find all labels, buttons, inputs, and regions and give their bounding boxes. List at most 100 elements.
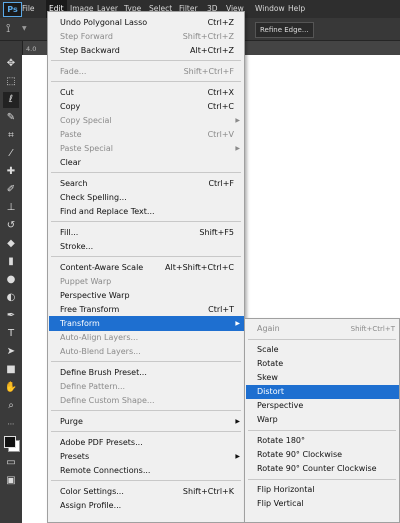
- transform-submenu: Again Shift+Ctrl+T Scale Rotate Skew Distort P…: [244, 318, 400, 523]
- edit-menu-item-search[interactable]: Search Ctrl+F: [49, 176, 244, 191]
- menu-item-label: Purge: [60, 417, 83, 426]
- menu-item-shortcut: Alt+Ctrl+Z: [190, 46, 234, 55]
- transform-item-scale[interactable]: Scale: [246, 343, 399, 357]
- eyedropper-icon[interactable]: ⁄: [3, 146, 19, 162]
- submenu-arrow-icon: ▶: [235, 453, 240, 460]
- menu-item-label: Rotate 90° Clockwise: [257, 450, 343, 459]
- menu-separator: [51, 431, 241, 432]
- edit-menu-item-define-brush-preset[interactable]: Define Brush Preset...: [49, 365, 244, 380]
- menu-item-shortcut: Ctrl+V: [207, 130, 234, 139]
- eraser-icon[interactable]: ◆: [3, 236, 19, 252]
- menu-item-label: Rotate 90° Counter Clockwise: [257, 464, 377, 473]
- transform-item-rotate-90-counter-clockwise[interactable]: Rotate 90° Counter Clockwise: [246, 462, 399, 476]
- edit-menu-item-fade: Fade... Shift+Ctrl+F: [49, 64, 244, 79]
- edit-menu-item-paste-special: Paste Special ▶: [49, 141, 244, 156]
- menu-item-label: Paste: [60, 130, 82, 139]
- zoom-icon[interactable]: ⌕: [3, 398, 19, 414]
- blur-icon[interactable]: ●: [3, 272, 19, 288]
- edit-menu-item-cut[interactable]: Cut Ctrl+X: [49, 85, 244, 100]
- menu-item-shortcut: Shift+F5: [199, 228, 234, 237]
- document-tab[interactable]: 4.0: [26, 43, 36, 55]
- edit-menu-item-check-spelling[interactable]: Check Spelling...: [49, 190, 244, 205]
- menu-item-shortcut: Ctrl+C: [207, 102, 234, 111]
- transform-item-rotate-180[interactable]: Rotate 180°: [246, 434, 399, 448]
- edit-menu-item-auto-align-layers: Auto-Align Layers...: [49, 330, 244, 345]
- chevron-down-icon[interactable]: ▼: [22, 25, 27, 32]
- brush-icon[interactable]: ✐: [3, 182, 19, 198]
- menu-file[interactable]: File: [22, 0, 35, 18]
- history-brush-icon[interactable]: ↺: [3, 218, 19, 234]
- lasso-icon[interactable]: ⟟: [6, 21, 10, 36]
- menu-item-label: Color Settings...: [60, 487, 124, 496]
- menu-item-label: Search: [60, 179, 88, 188]
- edit-menu-item-step-forward: Step Forward Shift+Ctrl+Z: [49, 29, 244, 44]
- hand-icon[interactable]: ✋: [3, 380, 19, 396]
- edit-menu-item-paste: Paste Ctrl+V: [49, 127, 244, 142]
- edit-menu-item-fill[interactable]: Fill... Shift+F5: [49, 225, 244, 240]
- menu-item-label: Scale: [257, 345, 279, 354]
- menu-window[interactable]: Window: [255, 0, 285, 18]
- menu-separator: [248, 339, 396, 340]
- edit-menu-item-content-aware-scale[interactable]: Content-Aware Scale Alt+Shift+Ctrl+C: [49, 260, 244, 275]
- menu-item-label: Copy: [60, 102, 81, 111]
- edit-menu-item-transform[interactable]: Transform ▶: [49, 316, 244, 331]
- menu-help[interactable]: Help: [288, 0, 305, 18]
- dodge-icon[interactable]: ◐: [3, 290, 19, 306]
- lasso-icon[interactable]: ℓ: [3, 92, 19, 108]
- edit-menu-item-clear[interactable]: Clear: [49, 155, 244, 170]
- edit-menu-item-step-backward[interactable]: Step Backward Alt+Ctrl+Z: [49, 43, 244, 58]
- edit-menu-item-copy[interactable]: Copy Ctrl+C: [49, 99, 244, 114]
- menu-item-shortcut: Ctrl+F: [208, 179, 234, 188]
- edit-menu-item-perspective-warp[interactable]: Perspective Warp: [49, 288, 244, 303]
- menu-item-label: Define Custom Shape...: [60, 396, 155, 405]
- menu-item-label: Presets: [60, 452, 90, 461]
- edit-menu-item-presets[interactable]: Presets ▶: [49, 449, 244, 464]
- menu-item-label: Flip Horizontal: [257, 485, 315, 494]
- quick-select-icon[interactable]: ✎: [3, 110, 19, 126]
- menu-item-shortcut: Shift+Ctrl+F: [183, 67, 234, 76]
- menu-item-shortcut: Alt+Shift+Ctrl+C: [165, 263, 234, 272]
- quick-mask-icon[interactable]: ▭: [3, 455, 19, 471]
- shape-icon[interactable]: ■: [3, 362, 19, 378]
- marquee-icon[interactable]: ⬚: [3, 74, 19, 90]
- menu-item-label: Again: [257, 324, 280, 333]
- edit-menu-item-free-transform[interactable]: Free Transform Ctrl+T: [49, 302, 244, 317]
- edit-menu-item-undo-polygonal-lasso[interactable]: Undo Polygonal Lasso Ctrl+Z: [49, 15, 244, 30]
- transform-item-flip-horizontal[interactable]: Flip Horizontal: [246, 483, 399, 497]
- transform-item-skew[interactable]: Skew: [246, 371, 399, 385]
- type-icon[interactable]: T: [3, 326, 19, 342]
- reset-colors-icon[interactable]: [3, 416, 19, 432]
- path-select-icon[interactable]: ➤: [3, 344, 19, 360]
- transform-item-perspective[interactable]: Perspective: [246, 399, 399, 413]
- transform-item-distort[interactable]: Distort: [246, 385, 399, 399]
- transform-item-again: Again Shift+Ctrl+T: [246, 322, 399, 336]
- gradient-icon[interactable]: ▮: [3, 254, 19, 270]
- pen-icon[interactable]: ✒: [3, 308, 19, 324]
- transform-item-flip-vertical[interactable]: Flip Vertical: [246, 497, 399, 511]
- menu-separator: [51, 480, 241, 481]
- menu-separator: [248, 479, 396, 480]
- clone-stamp-icon[interactable]: ⊥: [3, 200, 19, 216]
- edit-menu-item-assign-profile[interactable]: Assign Profile...: [49, 498, 244, 513]
- crop-icon[interactable]: ⌗: [3, 128, 19, 144]
- refine-edge-button[interactable]: Refine Edge...: [255, 22, 314, 38]
- submenu-arrow-icon: ▶: [235, 145, 240, 152]
- edit-menu-item-purge[interactable]: Purge ▶: [49, 414, 244, 429]
- edit-menu-item-remote-connections[interactable]: Remote Connections...: [49, 463, 244, 478]
- edit-menu-item-puppet-warp: Puppet Warp: [49, 274, 244, 289]
- menu-item-label: Undo Polygonal Lasso: [60, 18, 148, 27]
- menu-item-label: Rotate: [257, 359, 284, 368]
- menu-item-label: Copy Special: [60, 116, 112, 125]
- foreground-color-swatch[interactable]: [4, 436, 16, 448]
- transform-item-rotate[interactable]: Rotate: [246, 357, 399, 371]
- edit-menu-item-find-and-replace-text[interactable]: Find and Replace Text...: [49, 204, 244, 219]
- move-icon[interactable]: ✥: [3, 56, 19, 72]
- toolbox: ✥ ⬚ ℓ ✎ ⌗ ⁄ ✚ ✐ ⊥ ↺ ◆ ▮ ● ◐ ✒ T ➤ ■ ✋ ⌕ …: [0, 41, 23, 523]
- edit-menu-item-adobe-pdf-presets[interactable]: Adobe PDF Presets...: [49, 435, 244, 450]
- transform-item-warp[interactable]: Warp: [246, 413, 399, 427]
- edit-menu-item-stroke[interactable]: Stroke...: [49, 239, 244, 254]
- healing-icon[interactable]: ✚: [3, 164, 19, 180]
- screen-mode-icon[interactable]: ▣: [3, 473, 19, 489]
- transform-item-rotate-90-clockwise[interactable]: Rotate 90° Clockwise: [246, 448, 399, 462]
- edit-menu-item-color-settings[interactable]: Color Settings... Shift+Ctrl+K: [49, 484, 244, 499]
